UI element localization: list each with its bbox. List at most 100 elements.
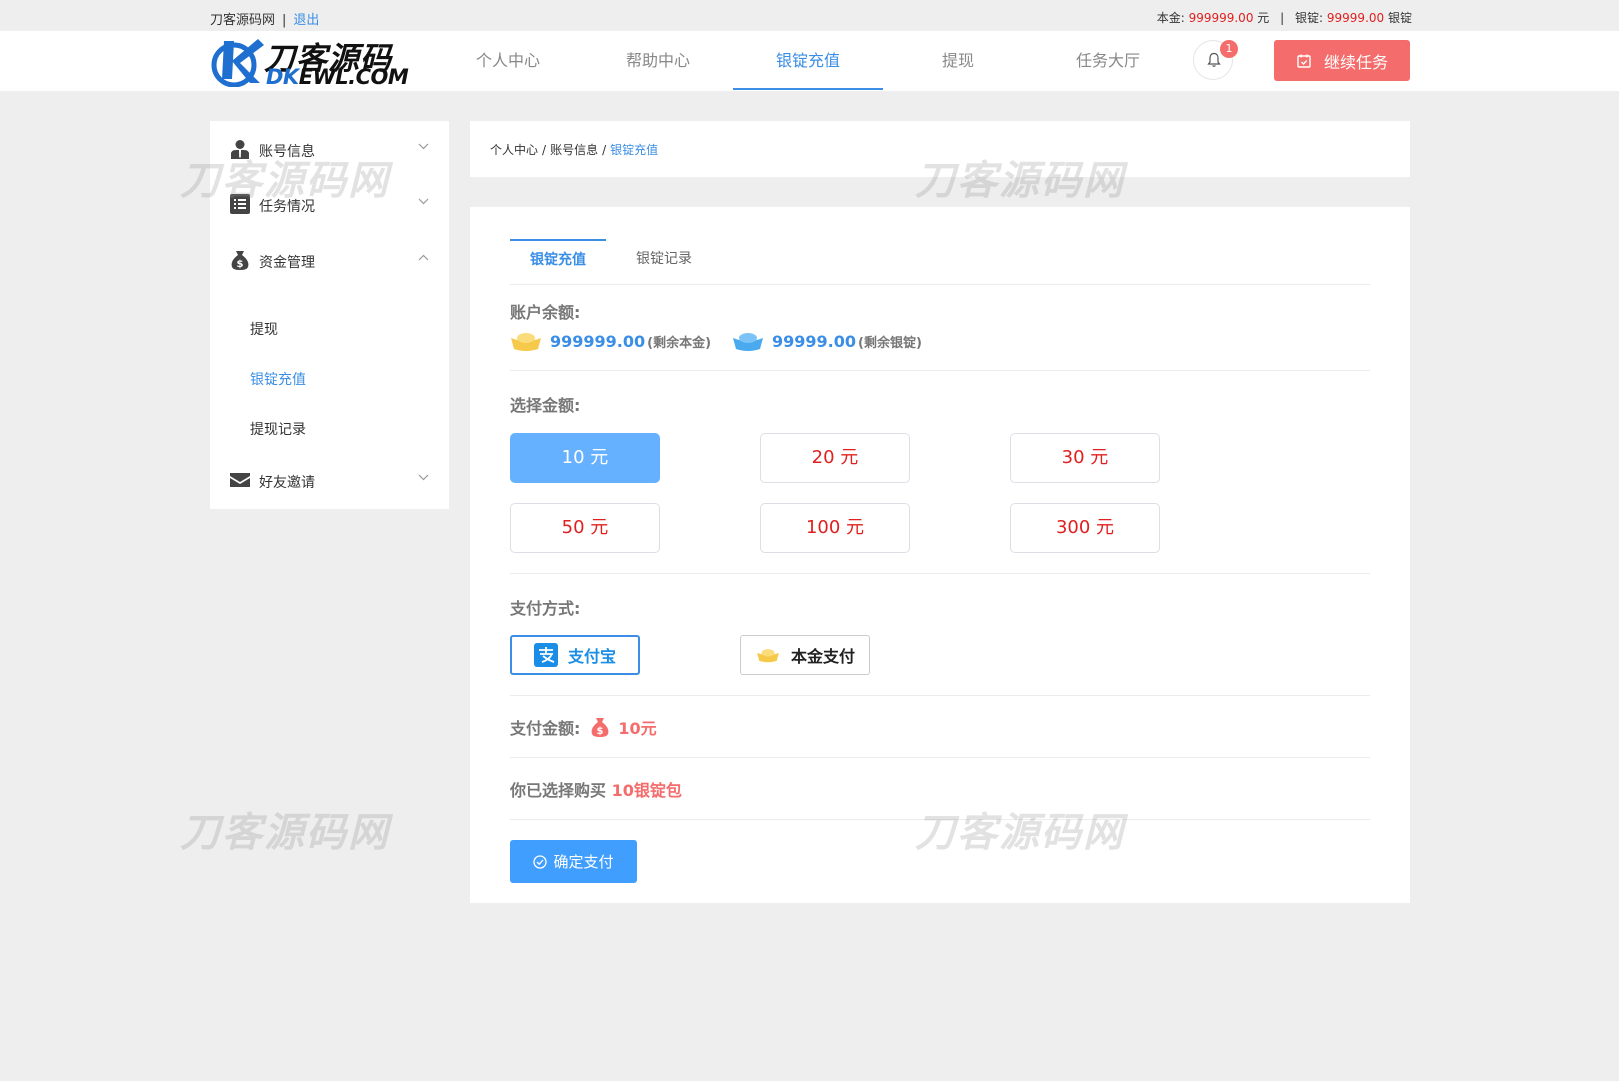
amount-option-300[interactable]: 300 元 [1010, 503, 1160, 553]
notification-button[interactable]: 1 [1193, 40, 1238, 80]
pay-amount-row: 支付金额: $ 10元 [510, 715, 657, 739]
principal-balance: 999999.00 (剩余本金) [510, 329, 711, 353]
site-name: 刀客源码网 [210, 13, 276, 28]
select-amount-label: 选择金额: [510, 396, 581, 415]
principal-balance-note: (剩余本金) [647, 335, 712, 351]
sidebar-sub-silver-recharge[interactable]: 银锭充值 [250, 369, 306, 389]
money-bag-icon: $ [592, 718, 609, 737]
amount-option-30[interactable]: 30 元 [1010, 433, 1160, 483]
bell-icon [1207, 52, 1221, 67]
nav-personal-center[interactable]: 个人中心 [433, 31, 583, 91]
divider [510, 695, 1370, 696]
breadcrumb-box: 个人中心 / 账号信息 / 银锭充值 [470, 121, 1410, 177]
top-separator: | [282, 13, 287, 28]
sidebar: 账号信息 任务情况 $ 资金管理 提现 银锭充值 提现记录 好友邀请 [210, 121, 449, 509]
site-logo[interactable]: 刀客源码 DKEWL.COM [210, 31, 409, 91]
sidebar-item-label: 任务情况 [259, 199, 315, 215]
silver-ingot-icon [733, 333, 763, 351]
chosen-package: 你已选择购买 10银锭包 [510, 777, 682, 801]
money-bag-icon: $ [231, 251, 249, 270]
sidebar-item-account-info[interactable]: 账号信息 [210, 131, 449, 167]
top-bar-left: 刀客源码网 | 退出 [210, 9, 319, 28]
breadcrumb-separator: / [602, 143, 607, 157]
confirm-pay-button[interactable]: 确定支付 [510, 840, 637, 883]
principal-label: 本金: [1156, 11, 1185, 25]
principal-value: 999999.00 [1188, 11, 1254, 25]
header: 刀客源码 DKEWL.COM 个人中心 帮助中心 银锭充值 提现 任务大厅 1 … [0, 31, 1619, 91]
chevron-down-icon [418, 198, 429, 205]
principal-balance-value: 999999.00 [550, 331, 646, 351]
silver-value: 99999.00 [1326, 11, 1385, 25]
nav-help-center[interactable]: 帮助中心 [583, 31, 733, 91]
principal-unit: 元 [1257, 11, 1270, 25]
calendar-check-icon [1297, 54, 1311, 68]
alipay-label: 支付宝 [567, 647, 616, 666]
silver-label: 银锭: [1295, 11, 1324, 25]
sidebar-item-label: 账号信息 [259, 144, 315, 160]
sidebar-sub-withdraw[interactable]: 提现 [250, 319, 278, 339]
alipay-icon [533, 643, 558, 667]
recharge-panel: 银锭充值 银锭记录 账户余额: 999999.00 (剩余本金) 99999.0… [470, 207, 1410, 903]
confirm-pay-label: 确定支付 [553, 853, 614, 871]
sidebar-sub-withdraw-records[interactable]: 提现记录 [250, 419, 306, 439]
divider [510, 370, 1370, 371]
principal-pay-button[interactable]: 本金支付 [740, 635, 870, 675]
silver-balance: 99999.00 (剩余银锭) [732, 329, 922, 353]
recharge-tabs: 银锭充值 银锭记录 [510, 239, 1370, 285]
sidebar-item-label: 资金管理 [259, 255, 315, 271]
logo-domain: EWL.COM [298, 65, 409, 89]
logout-link[interactable]: 退出 [293, 13, 319, 28]
breadcrumb-personal-center[interactable]: 个人中心 [490, 143, 538, 157]
continue-task-button[interactable]: 继续任务 [1274, 40, 1410, 81]
breadcrumb-separator: / [542, 143, 547, 157]
continue-task-label: 继续任务 [1323, 52, 1388, 72]
breadcrumb: 个人中心 / 账号信息 / 银锭充值 [490, 141, 658, 158]
chevron-down-icon [418, 474, 429, 481]
divider [510, 819, 1370, 820]
watermark: 刀客源码网 [180, 810, 390, 856]
tab-silver-recharge[interactable]: 银锭充值 [510, 239, 606, 285]
divider [510, 757, 1370, 758]
amount-option-100[interactable]: 100 元 [760, 503, 910, 553]
divider [510, 573, 1370, 574]
mail-icon [230, 473, 250, 487]
silver-unit: 银锭 [1387, 11, 1412, 25]
logo-english-text: DKEWL.COM [266, 65, 409, 89]
logo-dk: DK [266, 65, 299, 89]
top-bar-balance: 本金: 999999.00 元 | 银锭: 99999.00 银锭 [1157, 9, 1412, 26]
svg-text:$: $ [237, 259, 244, 270]
sidebar-item-task-status[interactable]: 任务情况 [210, 186, 449, 222]
chosen-value: 10银锭包 [611, 781, 682, 800]
principal-pay-label: 本金支付 [790, 647, 855, 666]
sidebar-item-label: 好友邀请 [259, 475, 315, 491]
amount-option-10[interactable]: 10 元 [510, 433, 660, 483]
silver-balance-note: (剩余银锭) [858, 335, 922, 351]
logo-k-icon [211, 39, 264, 87]
breadcrumb-current: 银锭充值 [610, 143, 659, 157]
balance-label: 账户余额: [510, 303, 581, 322]
list-icon [230, 194, 250, 214]
balance-separator: | [1280, 11, 1285, 25]
nav-withdraw[interactable]: 提现 [883, 31, 1033, 91]
gold-ingot-icon [511, 333, 541, 351]
notification-badge: 1 [1220, 40, 1238, 58]
nav-task-hall[interactable]: 任务大厅 [1033, 31, 1183, 91]
silver-balance-value: 99999.00 [772, 331, 857, 351]
amount-option-20[interactable]: 20 元 [760, 433, 910, 483]
pay-amount-value: 10元 [618, 719, 657, 738]
sidebar-item-invite-friends[interactable]: 好友邀请 [210, 462, 449, 498]
payment-method-label: 支付方式: [510, 599, 581, 618]
chevron-up-icon [418, 254, 429, 261]
alipay-button[interactable]: 支付宝 [510, 635, 640, 675]
main-nav: 个人中心 帮助中心 银锭充值 提现 任务大厅 [433, 31, 1183, 91]
nav-silver-recharge[interactable]: 银锭充值 [733, 31, 883, 91]
pay-amount-label: 支付金额: [510, 719, 581, 738]
gold-ingot-icon [757, 649, 779, 663]
breadcrumb-account-info[interactable]: 账号信息 [550, 143, 598, 157]
amount-option-50[interactable]: 50 元 [510, 503, 660, 553]
chosen-prefix: 你已选择购买 [510, 781, 607, 800]
sidebar-item-fund-management[interactable]: $ 资金管理 [210, 242, 449, 278]
tab-silver-records[interactable]: 银锭记录 [616, 239, 712, 285]
svg-text:$: $ [597, 726, 604, 737]
user-icon [231, 140, 249, 159]
